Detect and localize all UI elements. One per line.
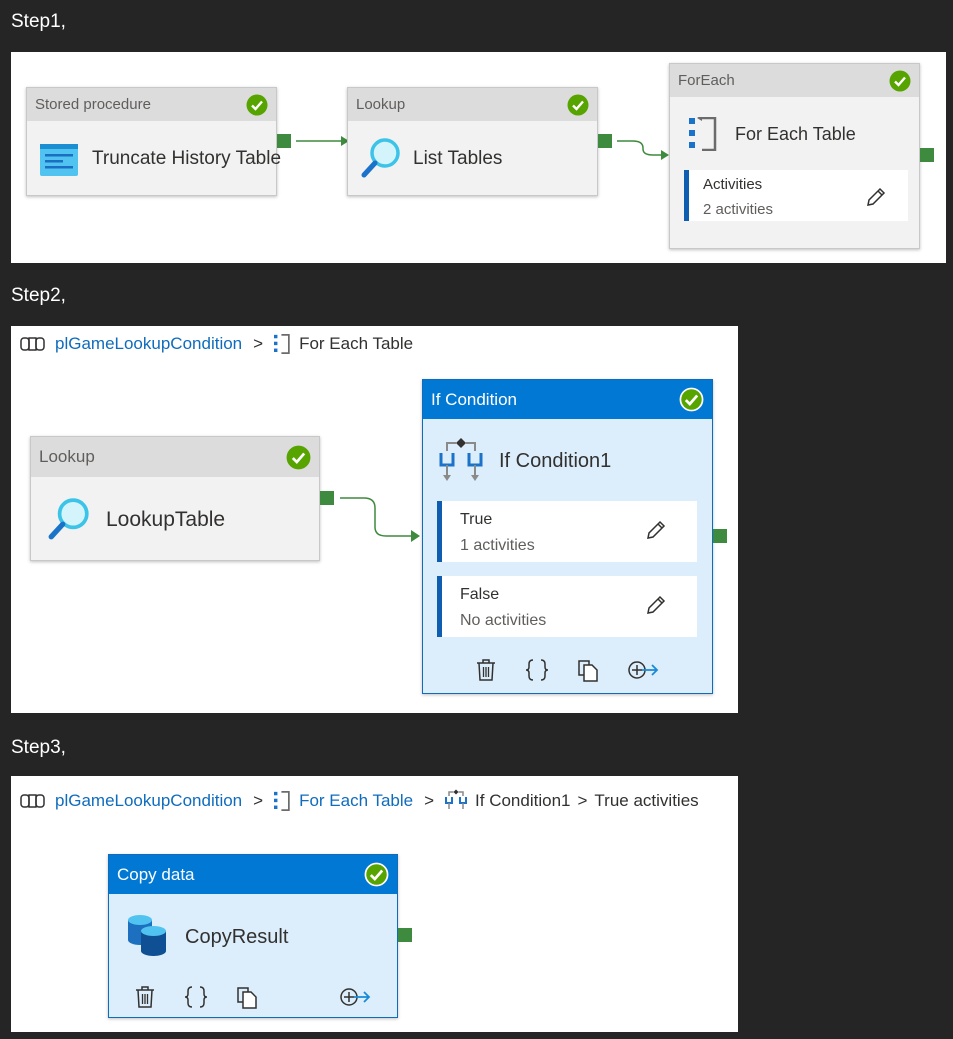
breadcrumb-separator: > [424, 790, 435, 810]
success-output-port[interactable] [277, 134, 291, 148]
step3-title: Step3, [11, 737, 66, 758]
activity-type-label: If Condition [423, 380, 712, 419]
stored-procedure-icon [40, 144, 78, 176]
if-condition-activity[interactable]: If Condition If Condition1 True 1 activi… [422, 379, 713, 694]
activity-name: Truncate History Table [92, 148, 282, 169]
activity-type-label: ForEach [670, 64, 919, 97]
activities-title: Activities [703, 176, 763, 193]
activity-type-label: Copy data [109, 855, 397, 894]
lookup-activity[interactable]: Lookup LookupTable [30, 436, 320, 561]
activity-name: If Condition1 [499, 450, 612, 472]
lookup-icon [48, 498, 89, 540]
pipeline-icon [20, 793, 45, 808]
success-check-icon [246, 94, 268, 116]
delete-icon[interactable] [474, 658, 498, 682]
copy-data-activity[interactable]: Copy data CopyResult [108, 854, 398, 1018]
activity-type-label: Lookup [348, 88, 597, 121]
success-check-icon [567, 94, 589, 116]
activity-type-label: Stored procedure [27, 88, 276, 121]
activity-type-label: Lookup [31, 437, 319, 477]
false-branch-title: False [460, 586, 500, 603]
activity-name: CopyResult [185, 926, 289, 948]
success-output-port[interactable] [713, 529, 727, 543]
activities-panel[interactable]: Activities 2 activities [684, 170, 908, 221]
add-output-icon[interactable] [627, 658, 659, 682]
success-check-icon [679, 387, 704, 412]
breadcrumb-separator: > [253, 790, 264, 810]
false-branch-panel[interactable]: False No activities [437, 576, 697, 637]
edit-pencil-icon[interactable] [645, 594, 667, 616]
foreach-activity[interactable]: ForEach For Each Table Activities 2 acti… [669, 63, 920, 249]
activity-name: List Tables [413, 148, 503, 169]
step3-canvas: plGameLookupCondition > For Each Table >… [11, 776, 738, 1032]
breadcrumb-if-condition: If Condition1 [475, 790, 571, 810]
if-condition-icon [445, 789, 468, 809]
true-branch-title: True [460, 511, 493, 528]
success-output-port[interactable] [920, 148, 934, 162]
breadcrumb-separator: > [577, 790, 588, 810]
activity-name: LookupTable [106, 508, 226, 531]
copy-data-icon [128, 915, 166, 956]
foreach-icon [274, 790, 290, 811]
foreach-icon [689, 117, 717, 151]
breadcrumb-foreach-link[interactable]: For Each Table [299, 791, 413, 811]
clone-icon[interactable] [576, 658, 600, 682]
add-output-icon[interactable] [339, 985, 371, 1009]
success-output-port[interactable] [398, 928, 412, 942]
lookup-activity[interactable]: Lookup List Tables [347, 87, 598, 196]
code-icon[interactable] [184, 985, 208, 1009]
success-check-icon [286, 445, 311, 470]
step1-canvas: Stored procedure Truncate History Table … [11, 52, 946, 263]
delete-icon[interactable] [133, 985, 157, 1009]
clone-icon[interactable] [235, 985, 259, 1009]
if-condition-icon [439, 438, 483, 481]
breadcrumb-current: True activities [594, 790, 699, 810]
lookup-icon [361, 138, 400, 178]
activities-count: 2 activities [703, 201, 774, 218]
success-output-port[interactable] [598, 134, 612, 148]
stored-procedure-activity[interactable]: Stored procedure Truncate History Table [26, 87, 281, 196]
step1-title: Step1, [11, 11, 66, 32]
true-branch-count: 1 activities [460, 537, 535, 554]
breadcrumb: plGameLookupCondition > For Each Table >… [20, 789, 699, 812]
true-branch-panel[interactable]: True 1 activities [437, 501, 697, 562]
step2-title: Step2, [11, 285, 66, 306]
edit-pencil-icon[interactable] [865, 186, 887, 208]
success-check-icon [889, 70, 911, 92]
success-output-port[interactable] [320, 491, 334, 505]
activity-name: For Each Table [735, 124, 856, 144]
code-icon[interactable] [525, 658, 549, 682]
false-branch-count: No activities [460, 612, 547, 629]
breadcrumb-pipeline-link[interactable]: plGameLookupCondition [55, 791, 242, 811]
success-check-icon [364, 862, 389, 887]
step2-canvas: plGameLookupCondition > For Each Table L… [11, 326, 738, 713]
edit-pencil-icon[interactable] [645, 519, 667, 541]
